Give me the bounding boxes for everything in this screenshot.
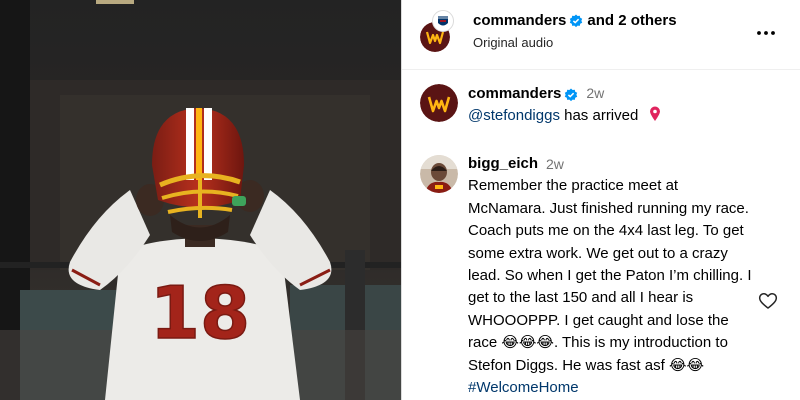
post-panel: commanders and 2 others Original audio c… <box>401 0 800 400</box>
more-dots-icon <box>757 31 775 35</box>
bigg-eich-avatar[interactable] <box>420 155 458 193</box>
commanders-logo-icon <box>420 84 458 122</box>
jersey-number: 18 <box>150 271 250 355</box>
comment-text: bigg_eich 2w Remember the practice meet … <box>468 153 754 399</box>
caption-text: commanders 2w @stefondiggs has arrived <box>468 83 758 128</box>
reel-video[interactable]: 18 <box>0 0 401 400</box>
caption-message: has arrived <box>564 106 639 124</box>
more-options-button[interactable] <box>755 22 777 44</box>
comment-message-part-1: Remember the practice meet at McNamara. … <box>468 177 752 352</box>
verified-badge-icon <box>569 14 583 28</box>
audio-link[interactable]: Original audio <box>473 35 677 50</box>
location-pin-icon <box>649 106 661 129</box>
verified-badge-icon <box>564 87 578 101</box>
laughing-emoji-group-1: 😂😂😂 <box>501 334 554 352</box>
header-text: commanders and 2 others Original audio <box>473 12 677 50</box>
caption-body: @stefondiggs has arrived <box>468 105 758 129</box>
hashtag-link[interactable]: #WelcomeHome <box>468 379 579 396</box>
user-photo-icon <box>420 155 458 193</box>
video-frame: 18 <box>0 0 401 400</box>
comment-body: Remember the practice meet at McNamara. … <box>468 175 754 399</box>
nfl-badge-icon <box>432 10 454 32</box>
heart-icon <box>758 293 778 309</box>
caption-timestamp[interactable]: 2w <box>586 83 604 105</box>
comment-username[interactable]: bigg_eich <box>468 153 538 175</box>
comment-timestamp[interactable]: 2w <box>546 153 564 175</box>
laughing-emoji-group-2: 😂😂 <box>668 356 704 374</box>
header-username[interactable]: commanders <box>473 12 566 29</box>
mention-link[interactable]: @stefondiggs <box>468 107 560 124</box>
caption-avatar[interactable] <box>420 84 458 122</box>
caption-username[interactable]: commanders <box>468 83 561 105</box>
like-comment-button[interactable] <box>758 291 778 311</box>
post-header: commanders and 2 others Original audio <box>402 0 800 70</box>
collaborators-link[interactable]: and 2 others <box>587 12 676 29</box>
